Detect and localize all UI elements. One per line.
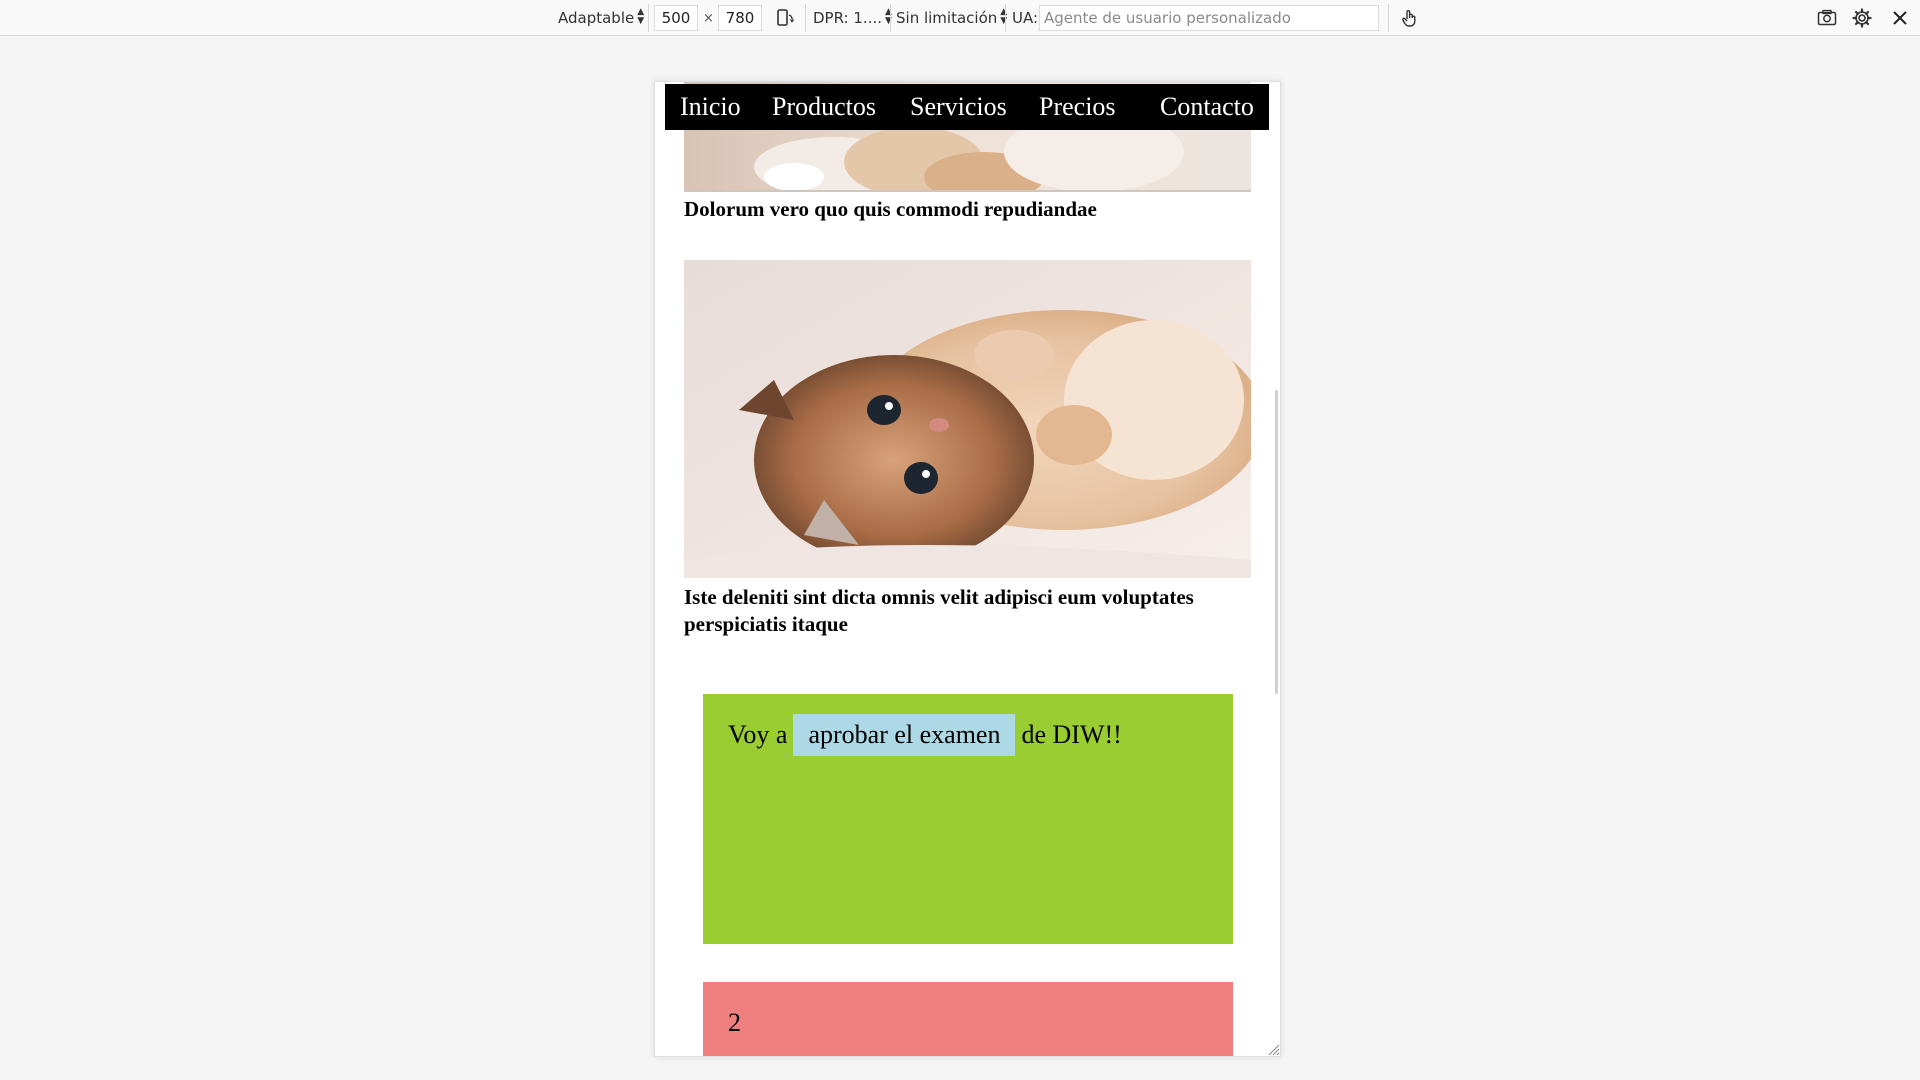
touch-icon[interactable] (1396, 4, 1424, 32)
device-viewport: Dolorum vero quo quis commodi repudianda… (654, 81, 1281, 1057)
throttle-select[interactable]: Sin limitación ▲ ▼ (896, 0, 1007, 36)
toolbar-divider (805, 4, 806, 32)
viewport-width-input[interactable] (654, 5, 698, 31)
toolbar-divider (890, 4, 891, 32)
dpr-select[interactable]: DPR: 1.... ▲ ▼ (813, 0, 892, 36)
responsive-design-toolbar: Adaptable ▲▼ × DPR: 1.... ▲▼ Sin limitac… (0, 0, 1920, 36)
box-number: 2 (728, 1008, 741, 1037)
rotate-icon[interactable] (771, 4, 799, 32)
green-box-text: Voy a aprobar el examen de DIW!! (728, 714, 1122, 756)
resize-handle-icon[interactable] (1266, 1042, 1280, 1056)
device-select-caret-icon: ▲ ▼ (637, 7, 645, 26)
article-caption: Iste deleniti sint dicta omnis velit adi… (684, 585, 1194, 636)
viewport-height-input[interactable] (718, 5, 762, 31)
green-box: Voy a aprobar el examen de DIW!! (703, 694, 1233, 944)
toolbar-divider (1388, 4, 1389, 32)
toolbar-divider (1005, 4, 1006, 32)
page-content: Dolorum vero quo quis commodi repudianda… (655, 82, 1280, 1056)
close-icon[interactable] (1886, 4, 1914, 32)
pink-box: 2 (703, 982, 1233, 1056)
size-separator: × (703, 10, 714, 26)
nav-link-precios[interactable]: Precios (1039, 84, 1116, 130)
nav-link-contacto[interactable]: Contacto (1160, 84, 1254, 130)
kitten-image (684, 260, 1251, 578)
throttle-select-label: Sin limitación (896, 9, 998, 27)
ua-label: UA: (1012, 9, 1039, 27)
throttle-select-caret-icon: ▲ ▼ (1000, 7, 1008, 26)
nav-link-productos[interactable]: Productos (772, 84, 876, 130)
highlighted-text: aprobar el examen (793, 714, 1016, 756)
site-navbar: Inicio Productos Servicios Precios Conta… (665, 84, 1269, 130)
screenshot-icon[interactable] (1813, 4, 1841, 32)
nav-link-servicios[interactable]: Servicios (910, 84, 1007, 130)
text-after: de DIW!! (1021, 720, 1122, 749)
page-scrollbar[interactable] (1275, 390, 1278, 694)
device-select-label: Adaptable (558, 9, 635, 27)
nav-link-inicio[interactable]: Inicio (680, 84, 741, 130)
dpr-select-label: DPR: 1.... (813, 9, 882, 27)
settings-icon[interactable] (1848, 4, 1876, 32)
toolbar-divider (648, 4, 649, 32)
text-before: Voy a (728, 720, 788, 749)
user-agent-input[interactable] (1039, 5, 1379, 31)
device-select[interactable]: Adaptable ▲ ▼ (558, 0, 644, 36)
article-caption: Dolorum vero quo quis commodi repudianda… (684, 197, 1097, 221)
